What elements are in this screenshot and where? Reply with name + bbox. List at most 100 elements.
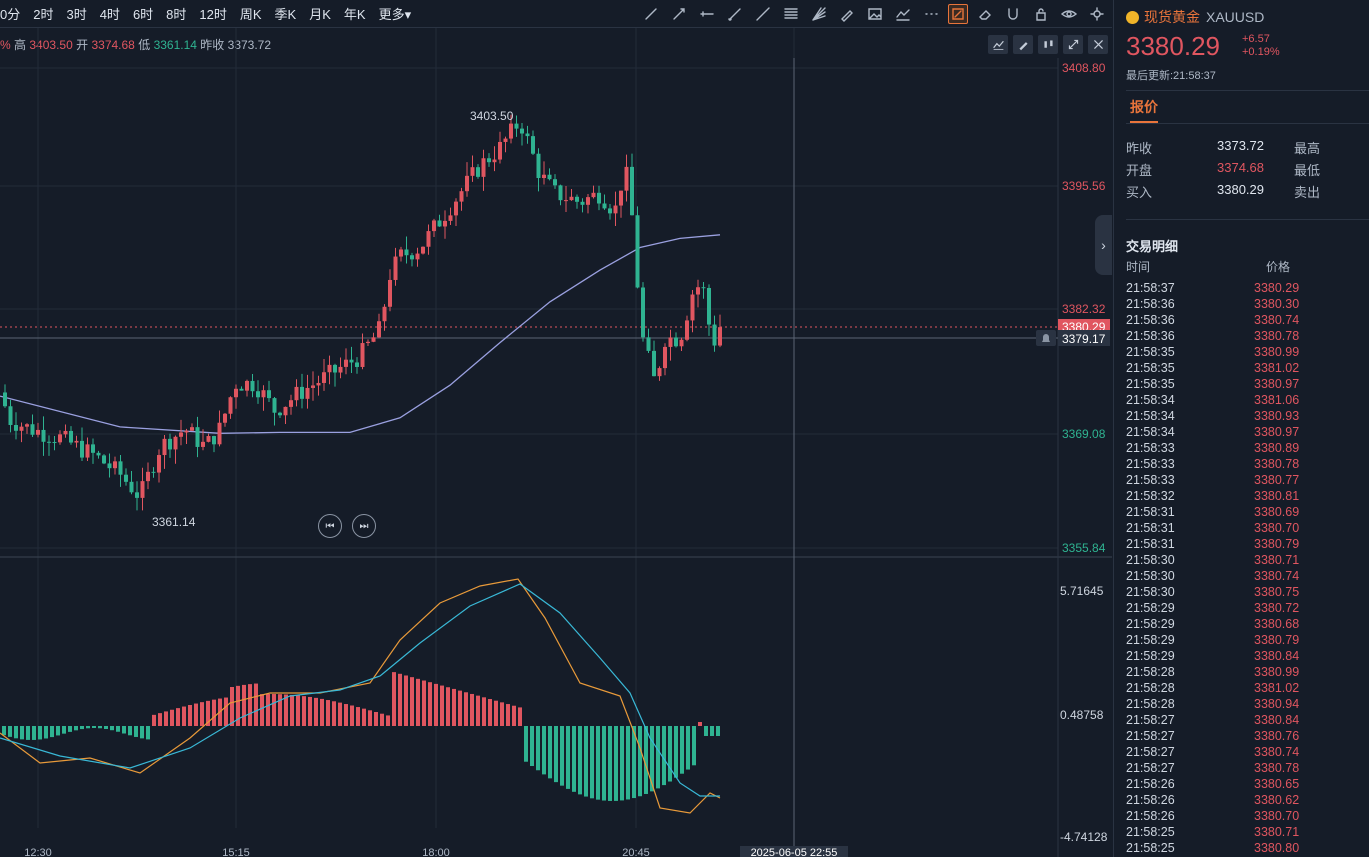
panel-toggle-icon[interactable]: › bbox=[1095, 215, 1112, 275]
macd-bar bbox=[80, 726, 84, 730]
list-item: 21:58:29 3380.79 bbox=[1126, 632, 1366, 648]
period-tab[interactable]: 2时 bbox=[33, 4, 53, 23]
period-tab[interactable]: 更多▾ bbox=[379, 4, 412, 23]
settings-icon[interactable] bbox=[1086, 3, 1108, 25]
macd-bar bbox=[494, 700, 498, 726]
macd-bar bbox=[374, 711, 378, 726]
period-tab[interactable]: 月K bbox=[309, 4, 331, 23]
scroll-forward-icon[interactable]: ⏭ bbox=[352, 514, 376, 538]
candle bbox=[311, 385, 315, 388]
candle bbox=[272, 398, 277, 413]
list-item: 21:58:27 3380.76 bbox=[1126, 728, 1366, 744]
ray-icon[interactable] bbox=[668, 3, 690, 25]
instrument-header: 现货黄金 XAUUSD bbox=[1126, 7, 1264, 27]
chart-nav: ⏮ ⏭ bbox=[318, 514, 386, 538]
segment-icon[interactable] bbox=[724, 3, 746, 25]
trade-price: 3380.78 bbox=[1254, 761, 1300, 775]
candle bbox=[261, 390, 266, 398]
macd-bar bbox=[410, 677, 414, 726]
draw-mode-icon[interactable] bbox=[948, 3, 968, 24]
trade-time: 21:58:30 bbox=[1126, 553, 1175, 567]
trend-icon[interactable] bbox=[892, 3, 914, 25]
macd-bar bbox=[584, 726, 588, 797]
list-item: 21:58:31 3380.79 bbox=[1126, 536, 1366, 552]
price-chart[interactable]: 3408.803395.563382.323369.083355.843380.… bbox=[0, 28, 1112, 857]
trade-price: 3380.99 bbox=[1254, 345, 1300, 359]
macd-bar bbox=[452, 688, 456, 726]
line-icon[interactable] bbox=[640, 3, 662, 25]
candle bbox=[91, 444, 95, 453]
list-item: 21:58:26 3380.65 bbox=[1126, 776, 1366, 792]
candle bbox=[580, 201, 585, 205]
macd-bar bbox=[290, 694, 294, 726]
trade-time: 21:58:35 bbox=[1126, 361, 1175, 375]
macd-bar bbox=[518, 707, 522, 726]
candle bbox=[520, 128, 524, 134]
candle bbox=[399, 249, 403, 257]
period-tab[interactable]: 周K bbox=[240, 4, 262, 23]
macd-bar bbox=[716, 726, 720, 736]
candle bbox=[305, 387, 310, 399]
period-tab[interactable]: 3时 bbox=[66, 4, 86, 23]
candle bbox=[3, 392, 7, 407]
period-tab[interactable]: 6时 bbox=[133, 4, 153, 23]
fibonacci-icon[interactable] bbox=[780, 3, 802, 25]
period-tab[interactable]: 年K bbox=[344, 4, 366, 23]
macd-bar bbox=[398, 673, 402, 726]
list-item: 21:58:28 3380.94 bbox=[1126, 696, 1366, 712]
magnet-icon[interactable] bbox=[1002, 3, 1024, 25]
macd-bar bbox=[662, 726, 666, 786]
candle bbox=[459, 191, 464, 202]
trade-time: 21:58:29 bbox=[1126, 633, 1175, 647]
trade-time: 21:58:27 bbox=[1126, 761, 1175, 775]
trade-time: 21:58:33 bbox=[1126, 473, 1175, 487]
candle bbox=[487, 158, 491, 163]
macd-bar bbox=[602, 726, 606, 801]
candle bbox=[140, 481, 145, 498]
trade-time: 21:58:36 bbox=[1126, 297, 1175, 311]
candle bbox=[184, 430, 189, 433]
macd-bar bbox=[458, 690, 462, 726]
macd-bar bbox=[164, 711, 168, 726]
image-icon[interactable] bbox=[864, 3, 886, 25]
period-tab[interactable]: 4时 bbox=[100, 4, 120, 23]
extended-line-icon[interactable] bbox=[752, 3, 774, 25]
trade-price: 3381.06 bbox=[1254, 393, 1300, 407]
pencil-icon[interactable] bbox=[836, 3, 858, 25]
tab-quote[interactable]: 报价 bbox=[1130, 97, 1158, 117]
macd-bar bbox=[704, 726, 708, 736]
candle bbox=[157, 455, 161, 473]
macd-bar bbox=[506, 704, 510, 726]
period-tab[interactable]: 0分 bbox=[0, 4, 20, 23]
trade-price: 3380.79 bbox=[1254, 537, 1300, 551]
macd-bar bbox=[260, 694, 264, 726]
prev-close-value: 3373.72 bbox=[1217, 138, 1264, 153]
eye-icon[interactable] bbox=[1058, 3, 1080, 25]
lock-icon[interactable] bbox=[1030, 3, 1052, 25]
list-item: 21:58:33 3380.77 bbox=[1126, 472, 1366, 488]
period-tab[interactable]: 8时 bbox=[166, 4, 186, 23]
period-tab[interactable]: 季K bbox=[275, 4, 297, 23]
candle bbox=[481, 158, 486, 177]
candle bbox=[333, 364, 337, 373]
trade-time: 21:58:28 bbox=[1126, 697, 1175, 711]
macd-bar bbox=[680, 726, 684, 774]
candle bbox=[404, 249, 409, 256]
candle bbox=[558, 185, 563, 201]
candle bbox=[624, 166, 629, 191]
eraser-icon[interactable] bbox=[974, 3, 996, 25]
list-item: 21:58:36 3380.74 bbox=[1126, 312, 1366, 328]
horizontal-line-icon[interactable] bbox=[696, 3, 718, 25]
scroll-back-icon[interactable]: ⏮ bbox=[318, 514, 342, 538]
candle bbox=[619, 190, 623, 206]
trade-time: 21:58:29 bbox=[1126, 601, 1175, 615]
fan-icon[interactable] bbox=[808, 3, 830, 25]
macd-bar bbox=[146, 726, 150, 740]
top-toolbar: 0分 2时 3时 4时 6时 8时 12时 周K 季K 月K 年K 更多▾ bbox=[0, 0, 1112, 28]
candle bbox=[256, 391, 260, 398]
list-item: 21:58:35 3381.02 bbox=[1126, 360, 1366, 376]
time-column-header: 时间 bbox=[1126, 260, 1151, 274]
more-dots-icon[interactable] bbox=[920, 3, 942, 25]
period-tab[interactable]: 12时 bbox=[199, 4, 226, 23]
macd-bar bbox=[14, 726, 18, 739]
